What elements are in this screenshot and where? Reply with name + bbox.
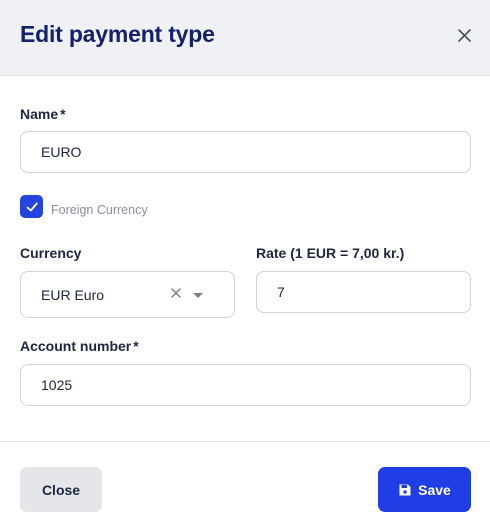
required-mark: * (133, 338, 139, 354)
rate-label: Rate (1 EUR = 7,00 kr.) (256, 245, 405, 261)
footer-divider (0, 441, 490, 442)
close-icon[interactable] (455, 26, 475, 46)
dialog-title: Edit payment type (20, 21, 215, 47)
checkmark-icon (26, 202, 38, 211)
name-input[interactable]: EURO (20, 131, 471, 173)
clear-icon[interactable] (170, 286, 182, 298)
close-button[interactable]: Close (20, 467, 102, 512)
edit-payment-type-dialog: Edit payment type Name * EURO Foreign Cur… (0, 0, 490, 530)
name-input-value: EURO (41, 144, 82, 160)
foreign-currency-checkbox[interactable] (20, 195, 43, 218)
account-number-label: Account number * (20, 338, 139, 354)
name-label-text: Name (20, 106, 59, 122)
account-number-label-text: Account number (20, 338, 132, 354)
name-label: Name * (20, 106, 66, 122)
rate-input-value: 7 (277, 284, 285, 300)
required-mark: * (60, 106, 66, 122)
save-button-label: Save (418, 481, 451, 498)
floppy-disk-icon (399, 484, 411, 495)
dialog-header: Edit payment type (0, 0, 490, 76)
account-number-input-value: 1025 (41, 377, 73, 393)
rate-input[interactable]: 7 (256, 271, 471, 313)
save-button[interactable]: Save (378, 467, 471, 512)
chevron-down-icon[interactable] (192, 288, 204, 298)
account-number-input[interactable]: 1025 (20, 364, 471, 406)
currency-select-value: EUR Euro (41, 286, 105, 303)
currency-label: Currency (20, 245, 82, 261)
foreign-currency-label: Foreign Currency (51, 203, 148, 217)
